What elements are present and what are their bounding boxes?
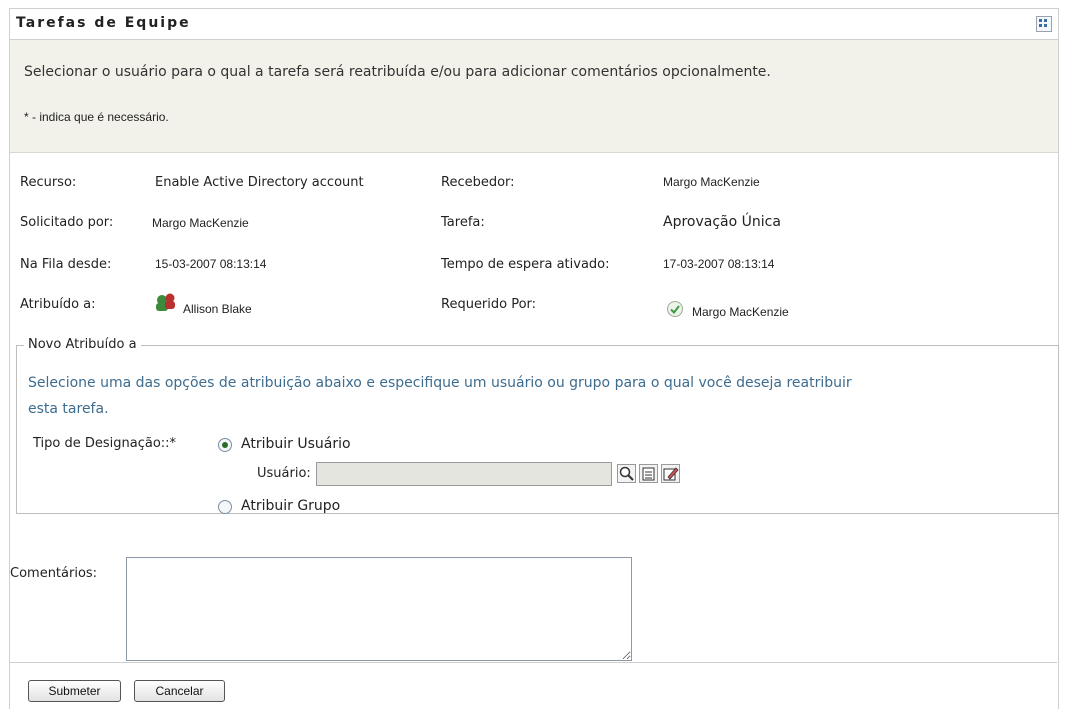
assign-user-label: Atribuir Usuário	[241, 436, 351, 452]
assign-user-radio[interactable]	[218, 438, 232, 452]
tempo-value: 17-03-2007 08:13:14	[663, 257, 775, 271]
required-note: * - indica que é necessário.	[24, 110, 169, 124]
recebedor-label: Recebedor:	[441, 175, 515, 190]
cancel-button[interactable]: Cancelar	[134, 680, 225, 702]
atribuido-label: Atribuído a:	[20, 297, 96, 312]
instructions-panel: Selecionar o usuário para o qual a taref…	[10, 40, 1058, 153]
comments-label: Comentários:	[10, 566, 98, 581]
assign-group-label: Atribuir Grupo	[241, 498, 341, 514]
assign-description-line2: esta tarefa.	[28, 401, 109, 417]
page-title: Tarefas de Equipe	[16, 15, 191, 31]
comments-textarea[interactable]	[126, 557, 632, 661]
requerido-value: Margo MacKenzie	[692, 305, 789, 319]
divider	[9, 662, 1057, 663]
tempo-label: Tempo de espera ativado:	[441, 257, 610, 272]
new-assignee-legend: Novo Atribuído a	[24, 337, 141, 352]
fila-label: Na Fila desde:	[20, 257, 112, 272]
assign-description-line1: Selecione uma das opções de atribuição a…	[28, 375, 852, 391]
recurso-label: Recurso:	[20, 175, 77, 190]
search-icon[interactable]	[617, 464, 636, 483]
tarefa-value: Aprovação Única	[663, 214, 781, 230]
history-list-icon[interactable]	[639, 464, 658, 483]
requerido-label: Requerido Por:	[441, 297, 537, 312]
title-bar: Tarefas de Equipe	[10, 9, 1058, 40]
solicitado-label: Solicitado por:	[20, 215, 114, 230]
tarefa-label: Tarefa:	[441, 215, 485, 230]
assign-group-radio[interactable]	[218, 500, 232, 514]
grid-menu-icon[interactable]	[1036, 16, 1052, 32]
solicitado-value: Margo MacKenzie	[152, 216, 249, 230]
new-assignee-fieldset	[16, 345, 1059, 514]
reset-edit-icon[interactable]	[661, 464, 680, 483]
user-field[interactable]	[316, 462, 612, 486]
recebedor-value: Margo MacKenzie	[663, 175, 760, 189]
submit-button[interactable]: Submeter	[28, 680, 121, 702]
instructions-text: Selecionar o usuário para o qual a taref…	[24, 64, 771, 80]
recurso-value: Enable Active Directory account	[155, 175, 364, 190]
fila-value: 15-03-2007 08:13:14	[155, 257, 267, 271]
approved-check-icon	[667, 301, 683, 317]
user-field-label: Usuário:	[257, 466, 311, 481]
atribuido-value: Allison Blake	[183, 302, 252, 316]
assignment-type-label: Tipo de Designação::*	[33, 436, 177, 451]
user-group-icon	[156, 293, 175, 311]
